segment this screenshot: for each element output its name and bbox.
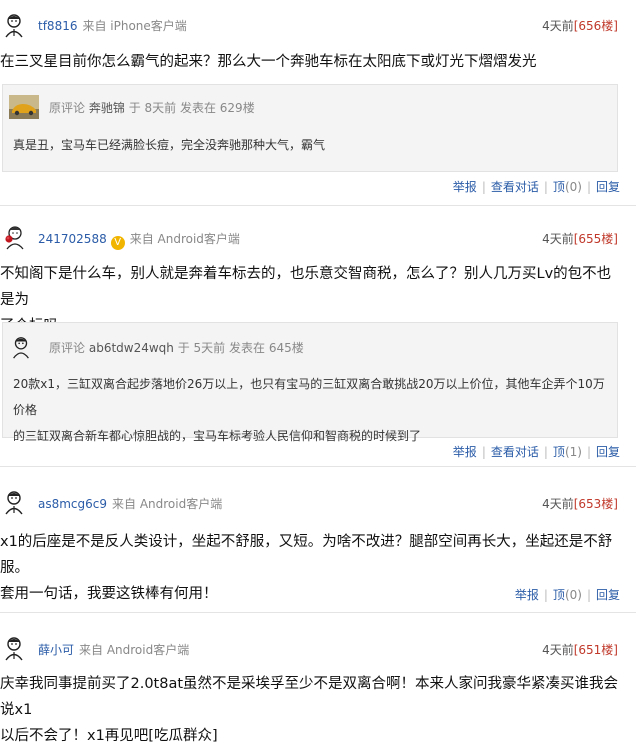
- comment-actions: 举报 | 顶(0) | 回复: [514, 588, 620, 602]
- comment-header: 241702588 V 来自 Android客户端 4天前[655楼]: [0, 206, 636, 250]
- floor-number: [653楼]: [573, 497, 618, 511]
- quote-time: 于 5天前: [177, 341, 226, 355]
- comment-actions: 举报 | 查看对话 | 顶(1) | 回复: [452, 445, 620, 459]
- username-link[interactable]: tf8816: [38, 19, 77, 33]
- comment-item: tf8816 来自 iPhone客户端 4天前[656楼] 在三叉星目前你怎么霸气…: [0, 0, 636, 206]
- client-source: 来自 Android客户端: [129, 232, 240, 246]
- comment-text-line: 以后不会了！x1再见吧[吃瓜群众]: [0, 728, 218, 744]
- upvote-count: (1): [564, 445, 582, 459]
- post-time: 4天前: [542, 232, 574, 246]
- comment-actions: 举报 | 查看对话 | 顶(0) | 回复: [452, 180, 620, 194]
- comment-header: tf8816 来自 iPhone客户端 4天前[656楼]: [0, 0, 636, 40]
- upvote-count: (0): [564, 588, 582, 602]
- quote-floor: 发表在 629楼: [179, 101, 255, 115]
- comment-text-line: 不知阁下是什么车，别人就是奔着车标去的，也乐意交智商税，怎么了？别人几万买Lv的…: [0, 266, 612, 308]
- username-link[interactable]: 薛小可: [38, 643, 74, 657]
- comment-item: 241702588 V 来自 Android客户端 4天前[655楼] 不知阁下是什…: [0, 206, 636, 467]
- comment-item: 薛小可 来自 Android客户端 4天前[651楼] 庆幸我同事提前买了2.0t…: [0, 613, 636, 744]
- quote-username[interactable]: ab6tdw24wqh: [89, 341, 174, 355]
- car-thumbnail-icon: [9, 95, 39, 119]
- username-link[interactable]: 241702588: [38, 232, 107, 246]
- post-time: 4天前: [542, 19, 574, 33]
- view-conversation-link[interactable]: 查看对话: [491, 180, 539, 194]
- upvote-count: (0): [564, 180, 582, 194]
- upvote-link[interactable]: 顶: [553, 588, 565, 602]
- avatar-cartoon-icon[interactable]: [2, 12, 26, 38]
- report-link[interactable]: 举报: [453, 180, 477, 194]
- floor-number: [656楼]: [573, 19, 618, 33]
- post-time: 4天前: [542, 497, 574, 511]
- post-time: 4天前: [542, 643, 574, 657]
- client-source: 来自 iPhone客户端: [82, 19, 187, 33]
- comment-text: 在三叉星目前你怎么霸气的起来？那么大一个奔驰车标在太阳底下或灯光下熠熠发光: [0, 54, 537, 70]
- quote-text-line: 20款x1，三缸双离合起步落地价26万以上，也只有宝马的三缸双离合敢挑战20万以…: [13, 377, 605, 417]
- quoted-comment: 原评论 奔驰锦 于 8天前 发表在 629楼 真是丑，宝马车已经满脸长痘，完全没…: [2, 84, 618, 172]
- client-source: 来自 Android客户端: [112, 497, 223, 511]
- quote-floor: 发表在 645楼: [229, 341, 304, 355]
- avatar-cartoon-icon: [9, 335, 39, 359]
- floor-number: [651楼]: [573, 643, 618, 657]
- quote-label: 原评论: [49, 101, 86, 115]
- avatar-rose-icon[interactable]: [2, 224, 26, 250]
- report-link[interactable]: 举报: [515, 588, 539, 602]
- upvote-link[interactable]: 顶: [553, 180, 565, 194]
- quote-label: 原评论: [49, 341, 86, 355]
- comment-text-line: 庆幸我同事提前买了2.0t8at虽然不是采埃孚至少不是双离合啊！本来人家问我豪华…: [0, 676, 619, 718]
- comment-header: 薛小可 来自 Android客户端 4天前[651楼]: [0, 613, 636, 661]
- avatar-cartoon-icon[interactable]: [2, 489, 26, 515]
- client-source: 来自 Android客户端: [79, 643, 190, 657]
- reply-link[interactable]: 回复: [596, 445, 620, 459]
- quote-time: 于 8天前: [128, 101, 177, 115]
- comment-text-line: x1的后座是不是反人类设计，坐起不舒服，又短。为啥不改进？腿部空间再长大，坐起还…: [0, 534, 613, 576]
- quoted-comment: 原评论 ab6tdw24wqh 于 5天前 发表在 645楼 20款x1，三缸双…: [2, 322, 618, 443]
- comment-text: 庆幸我同事提前买了2.0t8at虽然不是采埃孚至少不是双离合啊！本来人家问我豪华…: [0, 671, 622, 749]
- quote-text: 真是丑，宝马车已经满脸长痘，完全没奔驰那种大气，霸气: [13, 138, 326, 152]
- reply-link[interactable]: 回复: [596, 588, 620, 602]
- quote-username[interactable]: 奔驰锦: [89, 101, 125, 115]
- comment-item: as8mcg6c9 来自 Android客户端 4天前[653楼] x1的后座是不…: [0, 467, 636, 613]
- verified-badge-icon: V: [110, 236, 125, 250]
- report-link[interactable]: 举报: [453, 445, 477, 459]
- upvote-link[interactable]: 顶: [553, 445, 565, 459]
- comment-header: as8mcg6c9 来自 Android客户端 4天前[653楼]: [0, 467, 636, 515]
- view-conversation-link[interactable]: 查看对话: [491, 445, 539, 459]
- username-link[interactable]: as8mcg6c9: [38, 497, 107, 511]
- quote-text: 20款x1，三缸双离合起步落地价26万以上，也只有宝马的三缸双离合敢挑战20万以…: [13, 371, 609, 449]
- reply-link[interactable]: 回复: [596, 180, 620, 194]
- floor-number: [655楼]: [573, 232, 618, 246]
- avatar-cartoon-icon[interactable]: [2, 635, 26, 661]
